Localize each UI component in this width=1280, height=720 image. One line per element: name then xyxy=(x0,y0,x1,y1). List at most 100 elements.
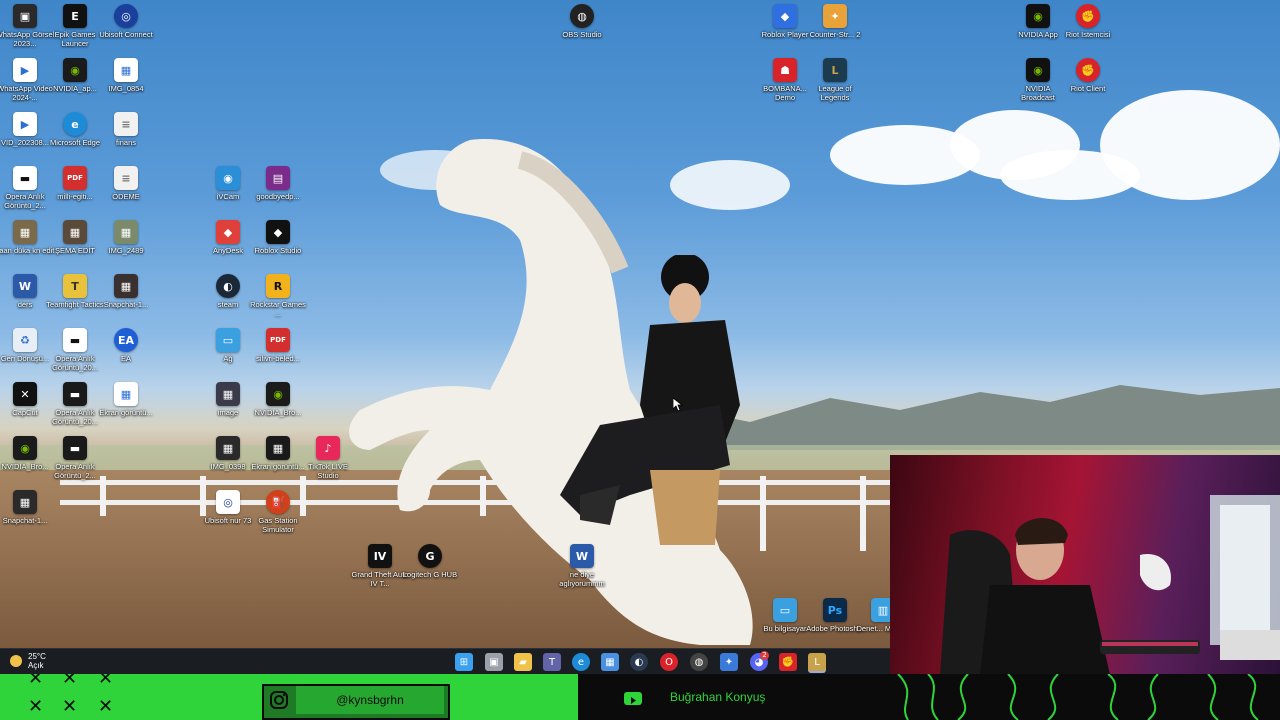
word-document-icon: W xyxy=(13,274,37,298)
opera-snapshot-icon: ▬ xyxy=(13,166,37,190)
riot-client-icon: ✊ xyxy=(1076,58,1100,82)
mouse-cursor-icon xyxy=(673,398,683,412)
unknown-app-icon[interactable]: ✦ xyxy=(720,653,738,671)
weather-temperature: 25°C xyxy=(28,652,46,661)
this-pc-icon: ▭ xyxy=(773,598,797,622)
desktop-icon-nvidia-bro-1[interactable]: ◉ NVIDIA_Bro... xyxy=(248,382,308,417)
opera-snapshot-icon: ▬ xyxy=(63,436,87,460)
recycle-bin-icon: ♻ xyxy=(13,328,37,352)
steam-icon: ◐ xyxy=(216,274,240,298)
edge-icon: e xyxy=(63,112,87,136)
photoshop-icon: Ps xyxy=(823,598,847,622)
desktop-icon-league-of-legends[interactable]: L League of Legends xyxy=(805,58,865,102)
weather-condition: Açık xyxy=(28,661,44,670)
ubisoft-icon: ◎ xyxy=(114,4,138,28)
logitech-ghub-icon: G xyxy=(418,544,442,568)
teamfight-tactics-icon: T xyxy=(63,274,87,298)
desktop-icon-logitech-ghub[interactable]: G Logitech G HUB xyxy=(400,544,460,579)
webcam-overlay xyxy=(890,455,1280,675)
desktop-icon-opera-snapshot-4[interactable]: ▬ Opera Anlık Görüntü_2... xyxy=(45,436,105,480)
banner-contour-pattern xyxy=(897,674,1259,720)
youtube-icon xyxy=(624,692,642,705)
microsoft-store-icon[interactable]: ▦ xyxy=(601,653,619,671)
decor-x-mark: ✕ xyxy=(62,674,78,689)
bombana-demo-icon: ☗ xyxy=(773,58,797,82)
nvidia-app-icon: ◉ xyxy=(1026,4,1050,28)
desktop-icon-silivri-beled[interactable]: PDF silivri-beled... xyxy=(248,328,308,363)
league-of-legends-icon[interactable]: L xyxy=(808,653,826,673)
whatsapp-image-icon: ▣ xyxy=(13,4,37,28)
task-view-icon[interactable]: ▣ xyxy=(485,653,503,671)
ivcam-icon: ◉ xyxy=(216,166,240,190)
desktop-icon-img-2489[interactable]: ▦ IMG_2489 xyxy=(96,220,156,255)
image-file-icon: ▦ xyxy=(266,436,290,460)
decor-x-mark: ✕ xyxy=(98,674,114,689)
discord-notification-badge: 2 xyxy=(760,651,769,660)
weather-widget[interactable]: 25°C Açık xyxy=(10,652,46,670)
photo-thumbnail-icon: ▦ xyxy=(216,382,240,406)
roblox-player-icon: ◆ xyxy=(773,4,797,28)
desktop-icon-finans[interactable]: ≡ finans xyxy=(96,112,156,147)
obs-icon: ◍ xyxy=(570,4,594,28)
desktop-icon-riot-client[interactable]: ✊ Riot Client xyxy=(1058,58,1118,93)
desktop-icon-gas-station-simulator[interactable]: ⛽ Gas Station Simulator xyxy=(248,490,308,534)
youtube-channel-name: Buğrahan Konyuş xyxy=(670,690,766,704)
opera-gx-icon[interactable]: O xyxy=(660,653,678,671)
opera-snapshot-icon: ▬ xyxy=(63,328,87,352)
tiktok-live-studio-icon: ♪ xyxy=(316,436,340,460)
league-of-legends-icon: L xyxy=(823,58,847,82)
opera-snapshot-icon: ▬ xyxy=(63,382,87,406)
desktop-icon-ne-diye-agliyorum[interactable]: Wne diye aglıyorummm xyxy=(552,544,612,588)
steam-icon[interactable]: ◐ xyxy=(630,653,648,671)
rockstar-icon: R xyxy=(266,274,290,298)
desktop-icon-img-0854[interactable]: ▦ IMG_0854 xyxy=(96,58,156,93)
desktop-icon-ea[interactable]: EA EA xyxy=(96,328,156,363)
network-icon: ▭ xyxy=(216,328,240,352)
desktop-icon-rockstar-games[interactable]: R Rockstar Games ... xyxy=(248,274,308,318)
desktop-icon-riot-istemcisi[interactable]: ✊ Riot İstemcisi xyxy=(1058,4,1118,39)
nvidia-shortcut-icon: ◉ xyxy=(13,436,37,460)
capcut-icon: ✕ xyxy=(13,382,37,406)
roblox-studio-icon: ◆ xyxy=(266,220,290,244)
ubisoft-file-icon: ◎ xyxy=(216,490,240,514)
winrar-archive-icon: ▤ xyxy=(266,166,290,190)
riot-client-icon: ✊ xyxy=(1076,4,1100,28)
desktop-icon-tiktok-live-studio[interactable]: ♪ TikTok LIVE Studio xyxy=(298,436,358,480)
ea-icon: EA xyxy=(114,328,138,352)
nvidia-broadcast-icon: ◉ xyxy=(1026,58,1050,82)
desktop-icon-ubisoft[interactable]: ◎ Ubisoft Connect xyxy=(96,4,156,39)
webcam-feed-image xyxy=(940,495,1280,675)
edge-icon[interactable]: e xyxy=(572,653,590,671)
desktop-icon-goodbyedp[interactable]: ▤ goodbyedp... xyxy=(248,166,308,201)
counter-strike-icon: ✦ xyxy=(823,4,847,28)
nvidia-shortcut-icon: ◉ xyxy=(266,382,290,406)
obs-icon[interactable]: ◍ xyxy=(690,653,708,671)
image-file-icon: ▦ xyxy=(114,220,138,244)
decor-x-mark: ✕ xyxy=(98,696,114,717)
nvidia-shortcut-icon: ◉ xyxy=(63,58,87,82)
photo-thumbnail-icon: ▦ xyxy=(216,436,240,460)
file-explorer-icon[interactable]: ▰ xyxy=(514,653,532,671)
photo-thumbnail-icon: ▦ xyxy=(13,490,37,514)
decor-x-mark: ✕ xyxy=(28,674,44,689)
desktop-icon-snapchat-1[interactable]: ▦ Snapchat-1... xyxy=(96,274,156,309)
desktop-icon-snapchat-2[interactable]: ▦ Snapchat-1... xyxy=(0,490,55,525)
image-file-icon: ▦ xyxy=(114,382,138,406)
desktop-icon-ekran-goruntu-1[interactable]: ▦ Ekran görüntü... xyxy=(96,382,156,417)
instagram-icon xyxy=(270,691,288,709)
anydesk-icon: ◆ xyxy=(216,220,240,244)
image-file-icon: ▦ xyxy=(114,58,138,82)
pdf-file-icon: PDF xyxy=(266,328,290,352)
windows-taskbar: 25°C Açık ⊞ ▣ ▰ T e ▦ ◐ O ◍ ✦ ◕ 2 ✊ L xyxy=(0,648,890,675)
teams-icon[interactable]: T xyxy=(543,653,561,671)
desktop-icon-roblox-studio[interactable]: ◆ Roblox Studio xyxy=(248,220,308,255)
gas-station-simulator-icon: ⛽ xyxy=(266,490,290,514)
desktop-icon-counter-strike[interactable]: ✦ Counter-Str... 2 xyxy=(805,4,865,39)
windows-start-icon[interactable]: ⊞ xyxy=(455,653,473,671)
instagram-handle: @kynsbgrhn xyxy=(296,686,444,714)
desktop-icon-obs[interactable]: ◍ OBS Studio xyxy=(552,4,612,39)
photo-thumbnail-icon: ▦ xyxy=(13,220,37,244)
desktop-icon-odeme[interactable]: ≡ ÖDEME xyxy=(96,166,156,201)
riot-client-icon[interactable]: ✊ xyxy=(779,653,797,671)
pdf-file-icon: PDF xyxy=(63,166,87,190)
